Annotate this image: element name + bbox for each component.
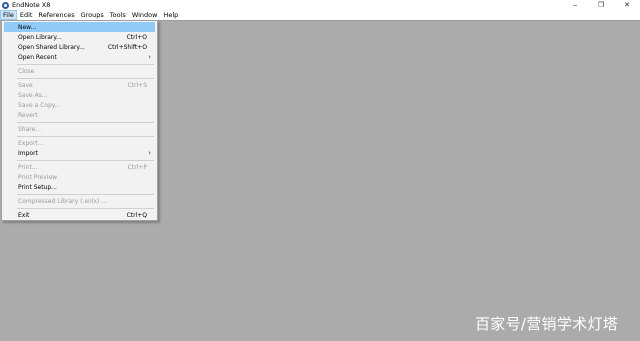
menu-item-label: Exit: [18, 211, 30, 219]
menu-references[interactable]: References: [35, 10, 77, 20]
menu-item-open-shared-library[interactable]: Open Shared Library... Ctrl+Shift+O: [4, 42, 155, 52]
menu-item-import[interactable]: Import ›: [4, 148, 155, 158]
menu-item-label: Open Recent: [18, 53, 57, 61]
menu-separator: [17, 208, 154, 209]
menu-item-label: Compressed Library (.enlx) ...: [18, 197, 108, 205]
menu-item-label: Save As...: [18, 91, 48, 99]
menu-item-print-setup[interactable]: Print Setup...: [4, 182, 155, 192]
menu-item-exit[interactable]: Exit Ctrl+Q: [4, 210, 155, 220]
file-menu-dropdown: New... Open Library... Ctrl+O Open Share…: [1, 20, 158, 221]
menu-item-open-recent[interactable]: Open Recent ›: [4, 52, 155, 62]
menu-item-new[interactable]: New...: [4, 22, 155, 32]
menu-item-compressed-library[interactable]: Compressed Library (.enlx) ...: [4, 196, 155, 206]
menu-separator: [17, 194, 154, 195]
menu-item-shortcut: Ctrl+Shift+O: [107, 43, 147, 51]
menu-item-revert[interactable]: Revert: [4, 110, 155, 120]
menu-separator: [17, 160, 154, 161]
window-title: EndNote X8: [12, 1, 51, 9]
menu-item-close[interactable]: Close: [4, 66, 155, 76]
chevron-right-icon: ›: [148, 149, 151, 157]
restore-button[interactable]: ❐: [588, 0, 614, 10]
menu-separator: [17, 136, 154, 137]
menu-item-label: Print Setup...: [18, 183, 57, 191]
endnote-app-icon[interactable]: [2, 1, 9, 9]
menu-separator: [17, 78, 154, 79]
menu-item-export[interactable]: Export...: [4, 138, 155, 148]
menu-separator: [17, 64, 154, 65]
menu-item-label: Close: [18, 67, 35, 75]
menu-edit[interactable]: Edit: [17, 10, 36, 20]
menu-item-label: Import: [18, 149, 38, 157]
watermark-text: 百家号/营销学术灯塔: [475, 315, 619, 333]
menu-item-save[interactable]: Save Ctrl+S: [4, 80, 155, 90]
menu-item-shortcut: Ctrl+O: [126, 33, 147, 41]
title-bar: EndNote X8 ‒ ❐ ✕: [0, 0, 640, 10]
menu-file[interactable]: File: [0, 10, 17, 20]
menu-groups[interactable]: Groups: [78, 10, 107, 20]
menu-item-label: Revert: [18, 111, 38, 119]
menu-item-label: Save: [18, 81, 33, 89]
menu-item-save-copy[interactable]: Save a Copy...: [4, 100, 155, 110]
menu-item-label: Print Preview: [18, 173, 58, 181]
menu-item-print[interactable]: Print... Ctrl+P: [4, 162, 155, 172]
menu-tools[interactable]: Tools: [107, 10, 129, 20]
menu-separator: [17, 122, 154, 123]
menu-item-label: Export...: [18, 139, 44, 147]
menu-bar: File Edit References Groups Tools Window…: [0, 10, 640, 20]
close-button[interactable]: ✕: [614, 0, 640, 10]
menu-item-shortcut: Ctrl+S: [127, 81, 147, 89]
menu-item-open-library[interactable]: Open Library... Ctrl+O: [4, 32, 155, 42]
menu-item-save-as[interactable]: Save As...: [4, 90, 155, 100]
menu-item-shortcut: Ctrl+P: [127, 163, 147, 171]
menu-item-share[interactable]: Share...: [4, 124, 155, 134]
chevron-right-icon: ›: [148, 53, 151, 61]
menu-help[interactable]: Help: [160, 10, 181, 20]
menu-window[interactable]: Window: [129, 10, 161, 20]
menu-item-print-preview[interactable]: Print Preview: [4, 172, 155, 182]
menu-item-label: New...: [18, 23, 37, 31]
minimize-button[interactable]: ‒: [562, 0, 588, 10]
menu-item-label: Share...: [18, 125, 42, 133]
menu-item-label: Open Shared Library...: [18, 43, 85, 51]
window-controls: ‒ ❐ ✕: [562, 0, 640, 10]
menu-item-shortcut: Ctrl+Q: [126, 211, 147, 219]
menu-item-label: Open Library...: [18, 33, 62, 41]
menu-item-label: Print...: [18, 163, 38, 171]
menu-item-label: Save a Copy...: [18, 101, 61, 109]
